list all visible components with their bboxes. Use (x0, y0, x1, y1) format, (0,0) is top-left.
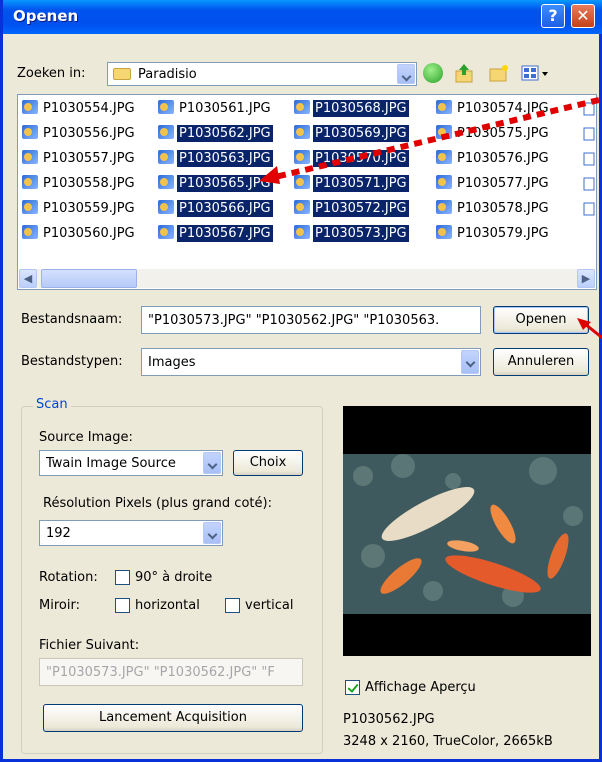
preview-file-name: P1030562.JPG (343, 712, 435, 727)
scroll-right-icon[interactable]: ▶ (577, 269, 595, 288)
preview-image (343, 406, 591, 656)
lookin-label: Zoeken in: (17, 66, 86, 81)
image-file-icon (436, 200, 452, 214)
file-name: P1030554.JPG (43, 101, 135, 116)
acquire-button-label: Lancement Acquisition (99, 710, 247, 725)
file-name: P1030557.JPG (43, 151, 135, 166)
next-file-value: "P1030573.JPG" "P1030562.JPG" "F (46, 665, 275, 680)
mirror-label: Miroir: (39, 598, 80, 613)
help-button[interactable]: ? (541, 4, 565, 28)
rotation-option-label: 90° à droite (135, 570, 213, 585)
show-preview-label: Affichage Aperçu (365, 680, 476, 695)
acquire-button[interactable]: Lancement Acquisition (43, 704, 303, 732)
file-name: P1030556.JPG (43, 126, 135, 141)
cancel-button[interactable]: Annuleren (493, 348, 589, 376)
file-item[interactable]: P1030560.JPG (22, 224, 137, 243)
chevron-down-icon[interactable] (461, 350, 479, 374)
preview-file-info: 3248 x 2160, TrueColor, 2665kB (343, 734, 553, 749)
scan-group-title: Scan (33, 397, 71, 412)
open-button-label: Openen (515, 312, 567, 327)
file-item[interactable]: P1030554.JPG (22, 99, 137, 118)
folder-icon (113, 68, 131, 80)
chevron-down-icon[interactable] (203, 452, 221, 474)
open-dialog: Openen ? ✕ Zoeken in: Paradisio P1030554… (0, 0, 602, 762)
resolution-combo[interactable]: 192 (39, 520, 223, 546)
next-file-label: Fichier Suivant: (39, 638, 140, 653)
image-file-icon (22, 175, 38, 189)
rotation-checkbox[interactable] (115, 570, 130, 585)
image-file-icon (22, 225, 38, 239)
image-file-icon (158, 175, 174, 189)
scroll-thumb[interactable] (41, 269, 137, 288)
window-title: Openen (13, 7, 79, 25)
up-folder-icon[interactable] (455, 63, 473, 83)
file-name: P1030572.JPG (313, 200, 409, 217)
scroll-left-icon[interactable]: ◀ (19, 269, 37, 288)
view-menu-icon[interactable] (521, 64, 551, 82)
resolution-value: 192 (46, 526, 71, 541)
image-file-icon (158, 125, 174, 139)
image-file-icon (22, 125, 38, 139)
title-bar[interactable]: Openen ? ✕ (3, 0, 602, 34)
mirror-horizontal-checkbox[interactable] (115, 598, 130, 613)
image-file-icon (22, 150, 38, 164)
file-item[interactable]: P1030566.JPG (158, 199, 273, 218)
mirror-horizontal-label: horizontal (135, 598, 200, 613)
horizontal-scrollbar[interactable]: ◀ ▶ (19, 269, 595, 288)
file-name: P1030567.JPG (177, 225, 273, 242)
next-file-input[interactable]: "P1030573.JPG" "P1030562.JPG" "F (39, 658, 303, 686)
cancel-button-label: Annuleren (507, 354, 575, 369)
image-file-icon (158, 200, 174, 214)
filename-input[interactable]: "P1030573.JPG" "P1030562.JPG" "P1030563. (141, 306, 481, 334)
back-icon[interactable] (423, 63, 443, 83)
lookin-value: Paradisio (138, 67, 197, 82)
file-name: P1030573.JPG (312, 224, 410, 243)
file-name: P1030559.JPG (43, 201, 135, 216)
image-file-icon (22, 200, 38, 214)
resolution-label: Résolution Pixels (plus grand coté): (43, 496, 272, 511)
file-item[interactable]: P1030572.JPG (294, 199, 409, 218)
file-item[interactable]: P1030556.JPG (22, 124, 137, 143)
annotation-arrow-files (259, 97, 600, 184)
mirror-vertical-label: vertical (245, 598, 294, 613)
file-item[interactable]: P1030559.JPG (22, 199, 137, 218)
source-label: Source Image: (39, 430, 133, 445)
new-folder-icon[interactable] (489, 64, 509, 82)
file-item[interactable]: P1030558.JPG (22, 174, 137, 193)
chevron-down-icon[interactable] (397, 64, 415, 84)
filetype-label: Bestandstypen: (21, 354, 123, 369)
file-name: P1030566.JPG (177, 200, 273, 217)
file-name: P1030578.JPG (457, 201, 549, 216)
chevron-down-icon[interactable] (203, 522, 221, 544)
image-file-icon (158, 100, 174, 114)
file-item[interactable]: P1030557.JPG (22, 149, 137, 168)
file-name: P1030558.JPG (43, 176, 135, 191)
show-preview-checkbox[interactable] (345, 680, 360, 695)
image-file-icon (436, 225, 452, 239)
lookin-combo[interactable]: Paradisio (107, 62, 417, 86)
image-file-icon (158, 150, 174, 164)
source-combo[interactable]: Twain Image Source (39, 450, 223, 476)
source-value: Twain Image Source (46, 456, 176, 471)
image-file-icon (158, 225, 174, 239)
rotation-label: Rotation: (39, 570, 98, 585)
filename-label: Bestandsnaam: (21, 312, 123, 327)
filename-value: "P1030573.JPG" "P1030562.JPG" "P1030563. (148, 313, 440, 328)
file-item[interactable]: P1030573.JPG (294, 224, 410, 243)
file-name: P1030579.JPG (457, 226, 549, 241)
image-file-icon (22, 100, 38, 114)
choose-button[interactable]: Choix (233, 450, 303, 476)
file-item[interactable]: P1030578.JPG (436, 199, 551, 218)
file-item[interactable]: P1030567.JPG (158, 224, 273, 243)
annotation-arrow-open (577, 318, 602, 340)
filetype-value: Images (148, 355, 196, 370)
choose-button-label: Choix (249, 455, 287, 470)
close-button[interactable]: ✕ (571, 4, 595, 28)
filetype-combo[interactable]: Images (141, 348, 481, 376)
image-file-icon (294, 200, 310, 214)
file-item[interactable]: P1030579.JPG (436, 224, 551, 243)
mirror-vertical-checkbox[interactable] (225, 598, 240, 613)
file-name: P1030560.JPG (43, 226, 135, 241)
image-file-icon (294, 225, 310, 239)
